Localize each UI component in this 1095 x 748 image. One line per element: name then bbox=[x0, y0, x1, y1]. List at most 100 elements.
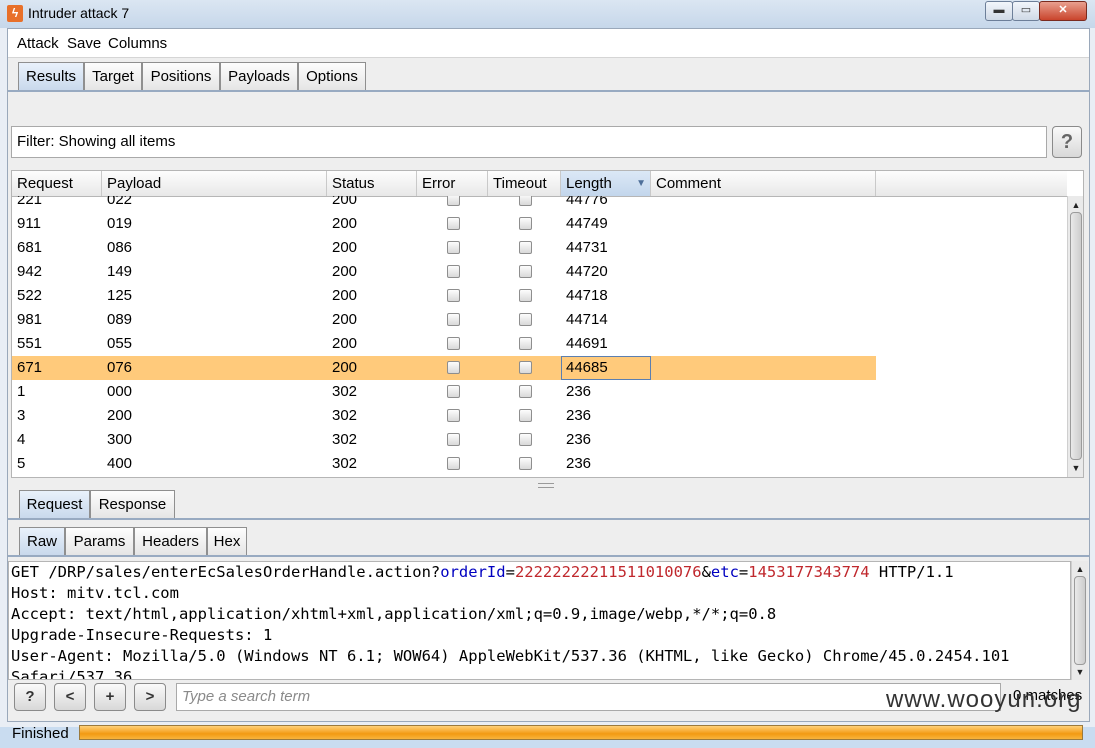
scroll-up-icon[interactable]: ▲ bbox=[1068, 198, 1083, 212]
cell-length: 44691 bbox=[566, 335, 608, 352]
cell-request: 522 bbox=[17, 287, 43, 304]
timeout-checkbox bbox=[519, 313, 532, 326]
column-header-length[interactable]: Length ▼ bbox=[561, 171, 651, 196]
cell-request: 681 bbox=[17, 239, 43, 256]
tab-results[interactable]: Results bbox=[18, 62, 84, 90]
previous-match-button[interactable]: < bbox=[54, 683, 86, 711]
cell-payload: 149 bbox=[107, 263, 133, 280]
column-header-status[interactable]: Status bbox=[327, 171, 417, 196]
pane-splitter-handle[interactable] bbox=[538, 483, 554, 488]
editor-scrollbar[interactable]: ▲ ▼ bbox=[1071, 561, 1088, 680]
cell-request: 4 bbox=[17, 431, 26, 448]
lower-tab-divider bbox=[8, 518, 1089, 520]
table-row[interactable]: 911 019 200 44749 bbox=[12, 212, 876, 236]
column-header-payload[interactable]: Payload bbox=[102, 171, 327, 196]
cell-length: 44720 bbox=[566, 263, 608, 280]
table-row[interactable]: 3 200 302 236 bbox=[12, 404, 876, 428]
tab-divider bbox=[8, 90, 1089, 92]
menu-bar: Attack Save Columns bbox=[8, 29, 1089, 58]
filter-bar[interactable]: Filter: Showing all items bbox=[11, 126, 1047, 158]
error-checkbox bbox=[447, 313, 460, 326]
table-row[interactable]: 221 022 200 44776 bbox=[12, 196, 876, 212]
cell-length: 236 bbox=[566, 455, 592, 472]
tab-request[interactable]: Request bbox=[19, 490, 90, 518]
close-button[interactable]: ✕ bbox=[1039, 1, 1087, 21]
cell-length: 236 bbox=[566, 431, 592, 448]
cell-payload: 089 bbox=[107, 311, 133, 328]
cell-payload: 400 bbox=[107, 455, 133, 472]
scroll-thumb[interactable] bbox=[1070, 212, 1082, 460]
column-header-error[interactable]: Error bbox=[417, 171, 488, 196]
cell-request: 221 bbox=[17, 196, 43, 208]
search-input[interactable]: Type a search term bbox=[176, 683, 1001, 711]
cell-payload: 076 bbox=[107, 359, 133, 376]
cell-request: 981 bbox=[17, 311, 43, 328]
cell-status: 302 bbox=[332, 455, 358, 472]
timeout-checkbox bbox=[519, 289, 532, 302]
attack-progress-bar bbox=[79, 725, 1083, 740]
add-search-button[interactable]: + bbox=[94, 683, 126, 711]
table-row[interactable]: 981 089 200 44714 bbox=[12, 308, 876, 332]
scroll-down-icon[interactable]: ▼ bbox=[1068, 461, 1083, 475]
cell-status: 200 bbox=[332, 359, 358, 376]
tab-response[interactable]: Response bbox=[90, 490, 175, 518]
window-title: Intruder attack 7 bbox=[28, 5, 130, 21]
tab-positions[interactable]: Positions bbox=[142, 62, 220, 90]
cell-status: 200 bbox=[332, 215, 358, 232]
cell-comment bbox=[651, 404, 656, 428]
cell-comment bbox=[651, 332, 656, 356]
table-scrollbar[interactable]: ▲ ▼ bbox=[1067, 196, 1083, 477]
raw-request-editor[interactable]: GET /DRP/sales/enterEcSalesOrderHandle.a… bbox=[8, 561, 1071, 680]
table-row[interactable]: 4 300 302 236 bbox=[12, 428, 876, 452]
table-row[interactable]: 522 125 200 44718 bbox=[12, 284, 876, 308]
table-row[interactable]: 681 086 200 44731 bbox=[12, 236, 876, 260]
menu-save[interactable]: Save bbox=[67, 35, 101, 52]
menu-columns[interactable]: Columns bbox=[108, 35, 167, 52]
tab-options[interactable]: Options bbox=[298, 62, 366, 90]
table-row[interactable]: 551 055 200 44691 bbox=[12, 332, 876, 356]
tab-params[interactable]: Params bbox=[65, 527, 134, 555]
cell-status: 200 bbox=[332, 196, 358, 208]
cell-comment bbox=[651, 356, 656, 380]
cell-length: 44731 bbox=[566, 239, 608, 256]
cell-length: 44714 bbox=[566, 311, 608, 328]
column-header-timeout[interactable]: Timeout bbox=[488, 171, 561, 196]
table-row[interactable]: 942 149 200 44720 bbox=[12, 260, 876, 284]
table-row[interactable]: 1 000 302 236 bbox=[12, 380, 876, 404]
tab-raw[interactable]: Raw bbox=[19, 527, 65, 555]
tab-hex[interactable]: Hex bbox=[207, 527, 247, 555]
scroll-thumb[interactable] bbox=[1074, 576, 1086, 665]
minimize-button[interactable]: ▬ bbox=[985, 1, 1013, 21]
intruder-window: ϟ Intruder attack 7 ▬ ▭ ✕ Attack Save Co… bbox=[0, 0, 1095, 742]
timeout-checkbox bbox=[519, 433, 532, 446]
cell-comment bbox=[651, 308, 656, 332]
view-tab-divider bbox=[8, 555, 1089, 557]
cell-status: 200 bbox=[332, 311, 358, 328]
column-header-comment[interactable]: Comment bbox=[651, 171, 876, 196]
menu-attack[interactable]: Attack bbox=[17, 35, 59, 52]
cell-payload: 019 bbox=[107, 215, 133, 232]
watermark: www.wooyun.org bbox=[886, 686, 1082, 713]
param-equals: = bbox=[505, 563, 515, 581]
scroll-down-icon[interactable]: ▼ bbox=[1072, 665, 1088, 679]
cell-comment bbox=[651, 428, 656, 452]
header-upgrade-insecure-requests: Upgrade-Insecure-Requests: 1 bbox=[11, 626, 273, 644]
scroll-up-icon[interactable]: ▲ bbox=[1072, 562, 1088, 576]
column-header-request[interactable]: Request bbox=[12, 171, 102, 196]
table-row[interactable]: 671 076 200 44685 bbox=[12, 356, 876, 380]
cell-request: 5 bbox=[17, 455, 26, 472]
header-host: Host: mitv.tcl.com bbox=[11, 584, 179, 602]
cell-length: 236 bbox=[566, 383, 592, 400]
next-match-button[interactable]: > bbox=[134, 683, 166, 711]
table-row[interactable]: 5 400 302 236 bbox=[12, 452, 876, 476]
error-checkbox bbox=[447, 265, 460, 278]
search-help-button[interactable]: ? bbox=[14, 683, 46, 711]
maximize-button[interactable]: ▭ bbox=[1012, 1, 1040, 21]
filter-help-button[interactable]: ? bbox=[1052, 126, 1082, 158]
tab-target[interactable]: Target bbox=[84, 62, 142, 90]
tab-headers[interactable]: Headers bbox=[134, 527, 207, 555]
cell-status: 302 bbox=[332, 431, 358, 448]
cell-length: 44685 bbox=[561, 356, 651, 380]
tab-payloads[interactable]: Payloads bbox=[220, 62, 298, 90]
cell-payload: 055 bbox=[107, 335, 133, 352]
